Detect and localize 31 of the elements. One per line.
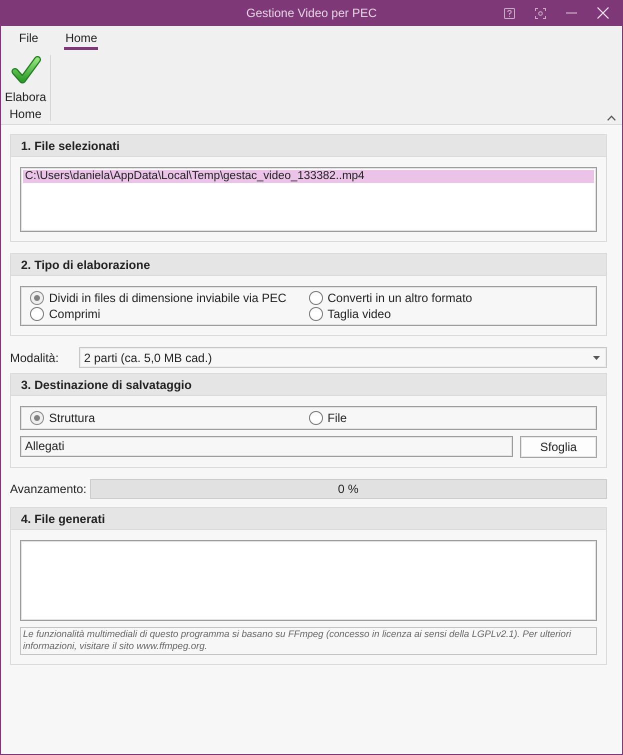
caret-icon [593, 356, 600, 360]
field-label: Avanzamento: [10, 481, 86, 498]
output-file-list[interactable] [20, 540, 597, 621]
ribbon-group-label: Home [9, 107, 42, 121]
radio-option[interactable]: File [308, 410, 587, 426]
checkmark-icon [10, 55, 40, 85]
frame-corners-icon[interactable] [535, 8, 546, 18]
radio-option[interactable]: Dividi in files di dimensione inviabile via PEC [30, 290, 308, 306]
section-header: 2. Tipo di elaborazione [11, 254, 606, 276]
progress-reading: 0 % [338, 481, 359, 498]
minimize-icon[interactable] [566, 12, 577, 14]
section-header: 1. File selezionati [11, 135, 606, 157]
file-list[interactable]: C:\Users\daniela\AppData\Local\Temp\gestac_video_133382..mp4 [20, 167, 597, 232]
ribbon-tab[interactable]: File [18, 29, 40, 50]
section-header: 4. File generati [11, 508, 606, 530]
process-button[interactable]: Elabora [2, 55, 48, 106]
radio-option[interactable]: Struttura [30, 410, 308, 426]
help-icon[interactable] [504, 8, 515, 18]
field-label: Modalità: [10, 350, 60, 366]
browse-button[interactable]: Sfoglia [520, 436, 597, 458]
close-icon[interactable] [596, 7, 608, 19]
radio-option[interactable]: Converti in un altro formato [308, 290, 587, 306]
window-title: Gestione Video per PEC [246, 5, 377, 22]
radio-option[interactable]: Comprimi [30, 306, 308, 322]
mode-dropdown[interactable]: 2 parti (ca. 5,0 MB cad.) [79, 347, 607, 368]
file-list-item[interactable]: C:\Users\daniela\AppData\Local\Temp\gestac_video_133382..mp4 [23, 170, 594, 183]
license-notice: Le funzionalità multimediali di questo programma si basano su FFmpeg (concesso in licenza ai sensi della LGPLv2.1). Per ulteriori informazioni, visitare il sito www.ffmpeg.org. [20, 627, 597, 655]
radio-option[interactable]: Taglia video [308, 306, 587, 322]
folder-field[interactable]: Allegati [20, 436, 513, 457]
section-header: 3. Destinazione di salvataggio [11, 374, 606, 396]
chevron-up-icon[interactable] [607, 115, 616, 121]
